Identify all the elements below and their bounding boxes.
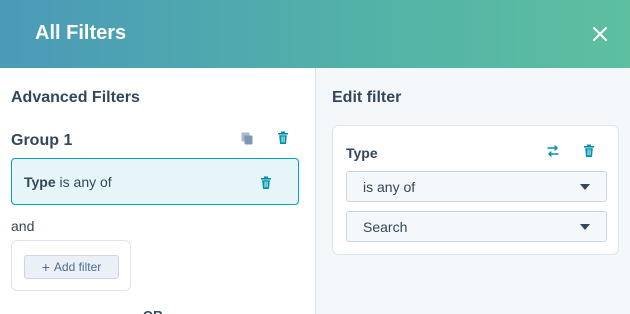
clone-icon[interactable] [239, 131, 255, 147]
delete-edit-filter-icon[interactable] [581, 143, 597, 159]
modal-header: All Filters [0, 0, 630, 68]
operator-select-value: is any of [363, 179, 416, 195]
delete-group-icon[interactable] [275, 130, 291, 146]
filter-operator: is any of [59, 174, 112, 190]
chevron-down-icon [580, 224, 590, 230]
value-select-value: Search [363, 219, 408, 235]
edit-filter-panel: Edit filter Type is any of Search [316, 68, 630, 314]
or-label: OR [143, 308, 163, 314]
edit-property-label: Type [346, 145, 378, 161]
plus-icon: + [41, 259, 50, 275]
edit-filter-title: Edit filter [332, 89, 402, 106]
filter-property: Type [24, 174, 56, 190]
close-icon[interactable] [588, 22, 612, 46]
and-label: and [11, 218, 35, 234]
edit-filter-card: Type is any of Search [332, 125, 619, 255]
operator-select[interactable]: is any of [346, 171, 607, 202]
add-filter-button[interactable]: + Add filter [24, 255, 119, 279]
filter-summary: Type is any of [24, 174, 112, 190]
advanced-filters-title: Advanced Filters [11, 89, 140, 106]
swap-icon[interactable] [545, 143, 561, 159]
delete-filter-icon[interactable] [258, 175, 274, 191]
add-filter-label: Add filter [53, 260, 102, 274]
modal-title: All Filters [35, 22, 127, 44]
chevron-down-icon [580, 184, 590, 190]
filter-item[interactable]: Type is any of [11, 158, 299, 205]
advanced-filters-panel: Advanced Filters Group 1 Type is any of [0, 68, 315, 314]
value-select[interactable]: Search [346, 211, 607, 242]
add-filter-container: + Add filter [11, 240, 131, 291]
group-title: Group 1 [11, 132, 73, 149]
